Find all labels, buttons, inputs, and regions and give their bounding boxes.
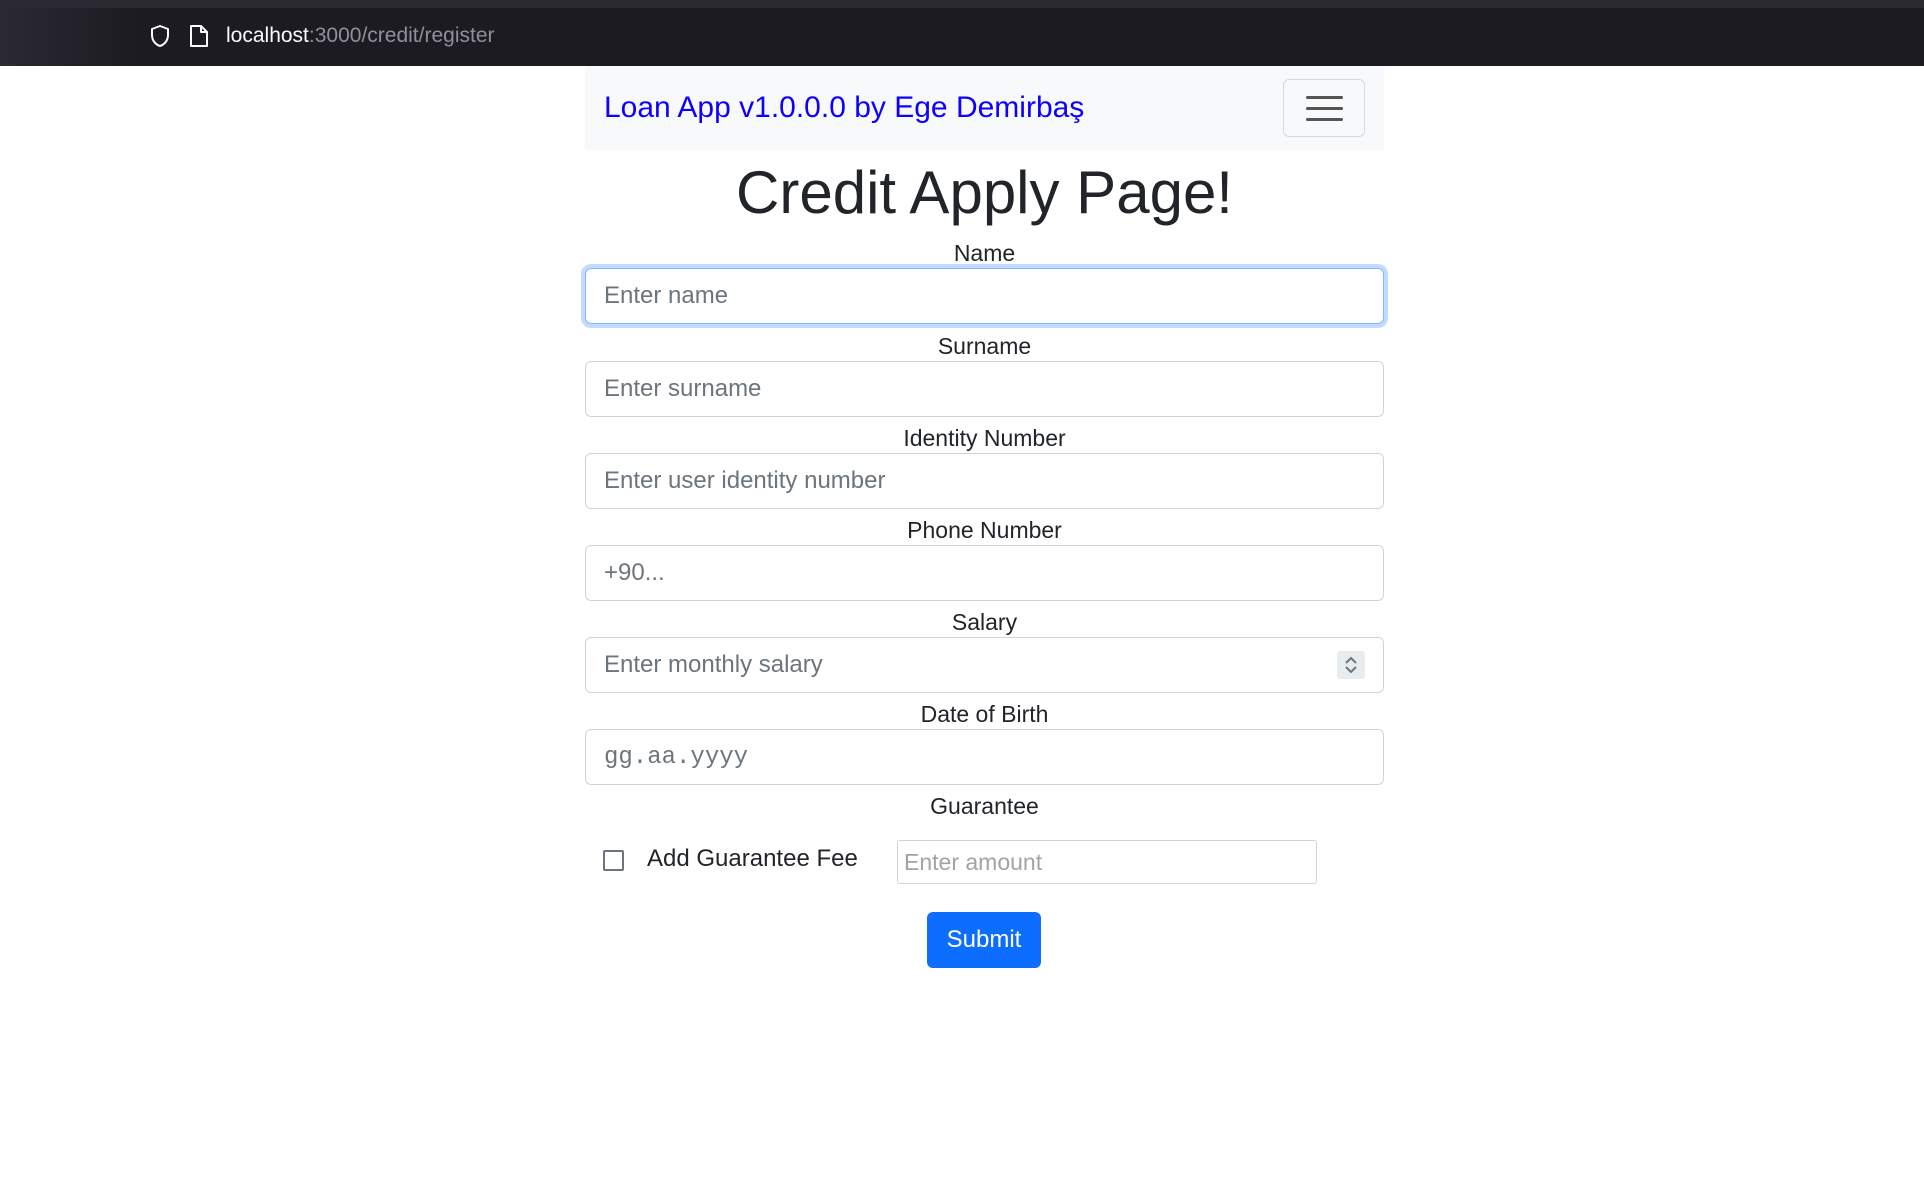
- phone-input[interactable]: [585, 545, 1384, 601]
- page-icon: [190, 25, 208, 47]
- navbar-toggler-button[interactable]: [1283, 79, 1365, 137]
- url-text[interactable]: localhost:3000/credit/register: [226, 24, 495, 48]
- guarantee-row: Add Guarantee Fee: [585, 836, 1384, 886]
- toolbar-left-area: [0, 8, 134, 66]
- identity-label: Identity Number: [903, 425, 1066, 451]
- guarantee-amount-input[interactable]: [897, 840, 1317, 884]
- name-label: Name: [953, 240, 1016, 266]
- hamburger-icon-line: [1306, 118, 1343, 121]
- salary-input[interactable]: [585, 637, 1384, 693]
- salary-field: [585, 637, 1384, 693]
- url-host: localhost: [226, 24, 309, 47]
- birth-date-label: Date of Birth: [920, 701, 1049, 727]
- guarantee-fee-label[interactable]: Add Guarantee Fee: [647, 844, 858, 874]
- surname-label: Surname: [937, 333, 1032, 359]
- salary-label: Salary: [951, 609, 1018, 635]
- surname-input[interactable]: [585, 361, 1384, 417]
- page-title: Credit Apply Page!: [736, 159, 1233, 226]
- phone-label: Phone Number: [907, 517, 1062, 543]
- address-bar[interactable]: localhost:3000/credit/register: [134, 12, 1924, 60]
- identity-number-input[interactable]: [585, 453, 1384, 509]
- number-spinner[interactable]: [1337, 651, 1365, 679]
- navbar: Loan App v1.0.0.0 by Ege Demirbaş: [585, 66, 1384, 150]
- name-input[interactable]: [585, 268, 1384, 324]
- guarantee-label: Guarantee: [930, 793, 1039, 819]
- shield-icon[interactable]: [148, 24, 172, 48]
- navbar-brand-link[interactable]: Loan App v1.0.0.0 by Ege Demirbaş: [604, 90, 1084, 126]
- hamburger-icon-line: [1306, 96, 1343, 99]
- submit-button[interactable]: Submit: [927, 912, 1041, 968]
- birth-date-input[interactable]: [585, 729, 1384, 785]
- spinner-arrows-icon: [1345, 656, 1357, 674]
- url-path: :3000/credit/register: [308, 24, 495, 47]
- browser-toolbar: localhost:3000/credit/register: [0, 0, 1924, 66]
- hamburger-icon-line: [1306, 107, 1343, 110]
- guarantee-fee-checkbox[interactable]: [603, 850, 624, 871]
- page-content: Loan App v1.0.0.0 by Ege Demirbaş Credit…: [0, 66, 1924, 1194]
- tab-strip: [0, 0, 1924, 8]
